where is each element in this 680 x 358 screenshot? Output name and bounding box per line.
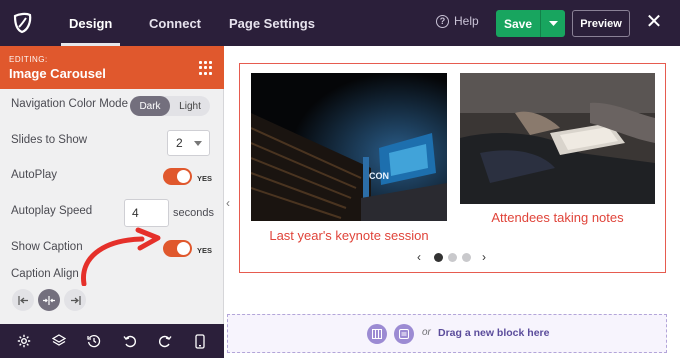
slides-to-show-select[interactable]: 2 bbox=[167, 130, 210, 156]
top-toolbar: Design Connect Page Settings ? Help Save… bbox=[0, 0, 680, 46]
carousel-prev-icon[interactable]: ‹ bbox=[417, 250, 421, 264]
chevron-down-icon bbox=[194, 141, 202, 146]
caption-align-label: Caption Align bbox=[11, 268, 79, 280]
align-left-button[interactable] bbox=[12, 289, 34, 311]
slide-image-notes bbox=[460, 73, 655, 204]
columns-icon[interactable] bbox=[367, 324, 387, 344]
autoplay-speed-input[interactable]: 4 bbox=[124, 199, 169, 227]
svg-text:CON: CON bbox=[369, 171, 389, 181]
close-icon[interactable]: ✕ bbox=[644, 12, 664, 33]
slides-to-show-label: Slides to Show bbox=[11, 134, 88, 146]
nav-color-mode-toggle: Dark Light bbox=[130, 96, 210, 116]
help-icon: ? bbox=[436, 14, 449, 28]
align-center-icon bbox=[43, 295, 55, 305]
sidebar-collapse-icon[interactable]: ‹ bbox=[223, 196, 233, 216]
autoplay-toggle[interactable] bbox=[163, 168, 192, 185]
preview-button[interactable]: Preview bbox=[572, 10, 630, 37]
tab-page-settings[interactable]: Page Settings bbox=[229, 0, 315, 46]
block-template-icon[interactable] bbox=[394, 324, 414, 344]
slide-caption-2: Attendees taking notes bbox=[491, 210, 624, 225]
save-button-group: Save bbox=[496, 10, 565, 37]
carousel-dot[interactable] bbox=[434, 253, 443, 262]
dropzone-or-label: or bbox=[422, 327, 431, 338]
tab-design[interactable]: Design bbox=[60, 0, 121, 46]
help-link[interactable]: ? Help bbox=[436, 14, 479, 28]
show-caption-state: YES bbox=[197, 246, 213, 255]
align-right-icon bbox=[70, 295, 81, 305]
seedprod-logo-icon bbox=[0, 0, 46, 46]
add-block-dropzone[interactable]: or Drag a new block here bbox=[227, 314, 667, 353]
slide-caption-1: Last year's keynote session bbox=[269, 228, 429, 243]
editing-prefix: EDITING: bbox=[9, 55, 48, 64]
block-grid-icon[interactable] bbox=[199, 61, 213, 75]
nav-color-light-option[interactable]: Light bbox=[170, 96, 210, 116]
carousel-dot[interactable] bbox=[462, 253, 471, 262]
editing-header: EDITING: Image Carousel bbox=[0, 46, 224, 89]
carousel-next-icon[interactable]: › bbox=[482, 250, 486, 264]
dropzone-label: Drag a new block here bbox=[438, 327, 550, 339]
caret-down-icon bbox=[548, 20, 558, 26]
sidebar-bottom-toolbar bbox=[0, 324, 224, 358]
align-right-button[interactable] bbox=[64, 289, 86, 311]
align-center-button[interactable] bbox=[38, 289, 60, 311]
annotation-arrow-icon bbox=[81, 227, 161, 286]
slides-to-show-value: 2 bbox=[176, 136, 183, 150]
history-icon[interactable] bbox=[86, 333, 102, 349]
save-options-dropdown[interactable] bbox=[540, 10, 565, 37]
settings-gear-icon[interactable] bbox=[16, 333, 32, 349]
autoplay-state: YES bbox=[197, 174, 213, 183]
autoplay-label: AutoPlay bbox=[11, 169, 58, 181]
autoplay-speed-unit: seconds bbox=[173, 207, 214, 219]
help-label: Help bbox=[454, 14, 479, 28]
redo-icon[interactable] bbox=[157, 333, 173, 349]
tab-connect[interactable]: Connect bbox=[149, 0, 201, 46]
block-title: Image Carousel bbox=[9, 66, 106, 81]
carousel-dot[interactable] bbox=[448, 253, 457, 262]
align-left-icon bbox=[17, 295, 28, 305]
settings-sidebar: EDITING: Image Carousel Navigation Color… bbox=[0, 46, 224, 358]
autoplay-speed-label: Autoplay Speed bbox=[11, 205, 93, 217]
layers-icon[interactable] bbox=[51, 333, 67, 349]
slide-image-keynote: CON bbox=[251, 73, 447, 221]
nav-color-dark-option[interactable]: Dark bbox=[130, 96, 170, 116]
save-button[interactable]: Save bbox=[496, 10, 540, 37]
mobile-preview-icon[interactable] bbox=[192, 333, 208, 349]
undo-icon[interactable] bbox=[122, 333, 138, 349]
nav-color-mode-label: Navigation Color Mode bbox=[11, 98, 128, 110]
